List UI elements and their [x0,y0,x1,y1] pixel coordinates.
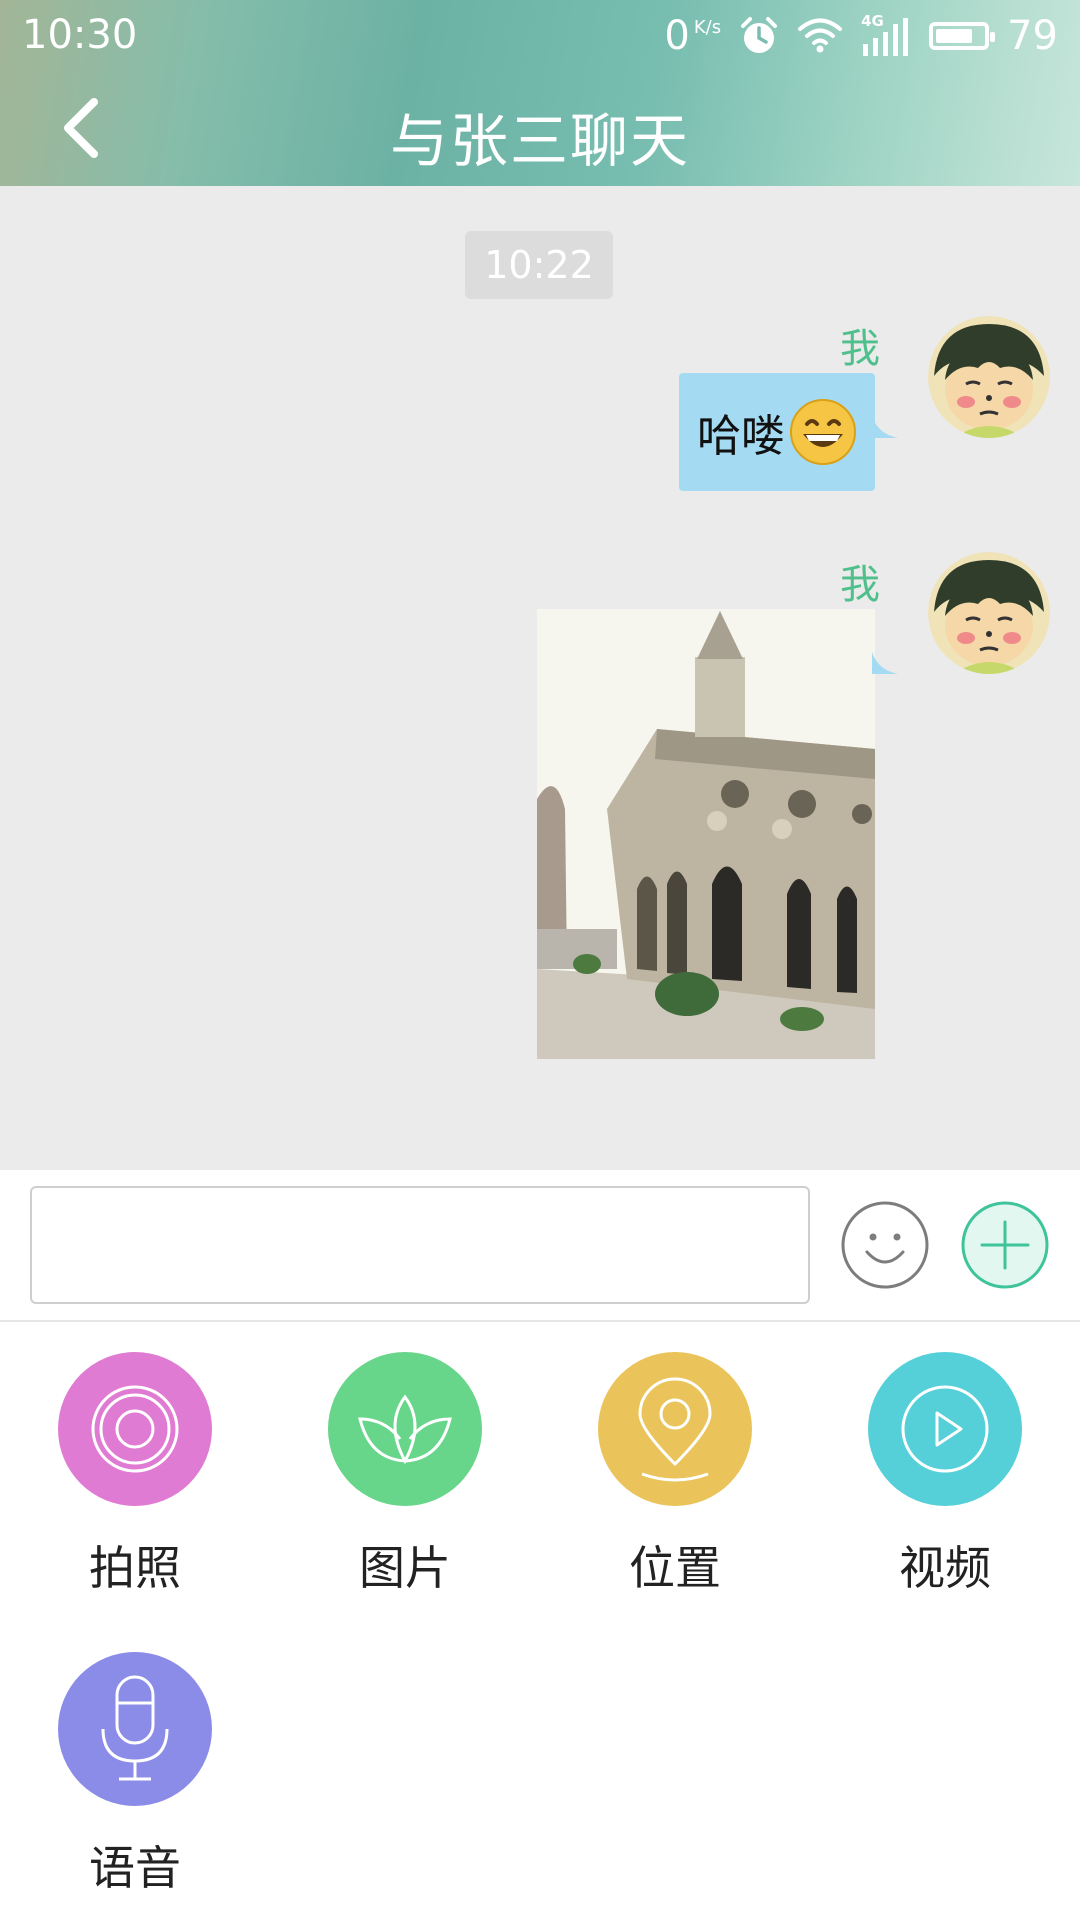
lotus-icon [328,1352,482,1506]
chat-screen: 10:30 0 K/s 4G 79 与张三聊天 10:22 我 哈喽 我 拍照 … [0,0,1080,1920]
church-photo-image [537,609,875,1059]
timestamp-chip: 10:22 [465,231,613,299]
emoji-button[interactable] [840,1200,930,1290]
action-video[interactable]: 视频 [845,1352,1045,1598]
play-icon [868,1352,1022,1506]
sender-name: 我 [840,326,880,372]
message-text: 哈喽 [697,411,785,462]
action-location[interactable]: 位置 [575,1352,775,1598]
status-bar: 10:30 0 K/s 4G 79 [0,0,1080,74]
action-voice[interactable]: 语音 [35,1652,235,1898]
grinning-face-emoji-icon [790,399,856,465]
plus-circle-icon [961,1201,1049,1289]
microphone-icon [58,1652,212,1806]
message-input[interactable] [30,1186,810,1304]
avatar[interactable] [928,552,1050,674]
camera-lens-icon [58,1352,212,1506]
bubble-tail [872,416,898,438]
attachment-panel: 拍照 图片 位置 视频 语音 [0,1322,1080,1920]
action-label: 语音 [89,1841,181,1895]
action-label: 图片 [359,1541,451,1595]
action-label: 位置 [629,1541,721,1595]
battery-icon [929,22,996,50]
avatar-cartoon-face-icon [928,316,1050,438]
header: 10:30 0 K/s 4G 79 与张三聊天 [0,0,1080,186]
avatar[interactable] [928,316,1050,438]
title-bar: 与张三聊天 [0,74,1080,186]
signal-bars-icon [863,18,909,56]
status-icons: 0 K/s 4G 79 [664,10,1058,62]
chat-message-list[interactable]: 10:22 我 哈喽 我 [0,186,1080,1170]
battery-percent: 79 [1007,13,1058,59]
wifi-icon [798,18,843,53]
action-label: 拍照 [89,1541,181,1595]
action-picture[interactable]: 图片 [305,1352,505,1598]
bubble-tail [872,652,898,674]
location-pin-icon [598,1352,752,1506]
sender-name: 我 [840,562,880,608]
network-speed: 0 K/s [664,13,721,59]
action-label: 视频 [899,1541,991,1595]
image-message[interactable] [537,609,875,1059]
action-camera[interactable]: 拍照 [35,1352,235,1598]
avatar-cartoon-face-icon [928,552,1050,674]
input-bar [0,1170,1080,1322]
network-speed-value: 0 [664,13,690,59]
status-time: 10:30 [22,12,138,58]
alarm-icon [741,17,778,53]
more-button[interactable] [960,1200,1050,1290]
battery-level [936,29,973,43]
smiley-face-icon [841,1201,929,1289]
page-title: 与张三聊天 [389,107,690,175]
cellular-signal: 4G [861,12,911,58]
message-bubble[interactable]: 哈喽 [679,373,875,491]
network-speed-unit: K/s [693,17,722,38]
